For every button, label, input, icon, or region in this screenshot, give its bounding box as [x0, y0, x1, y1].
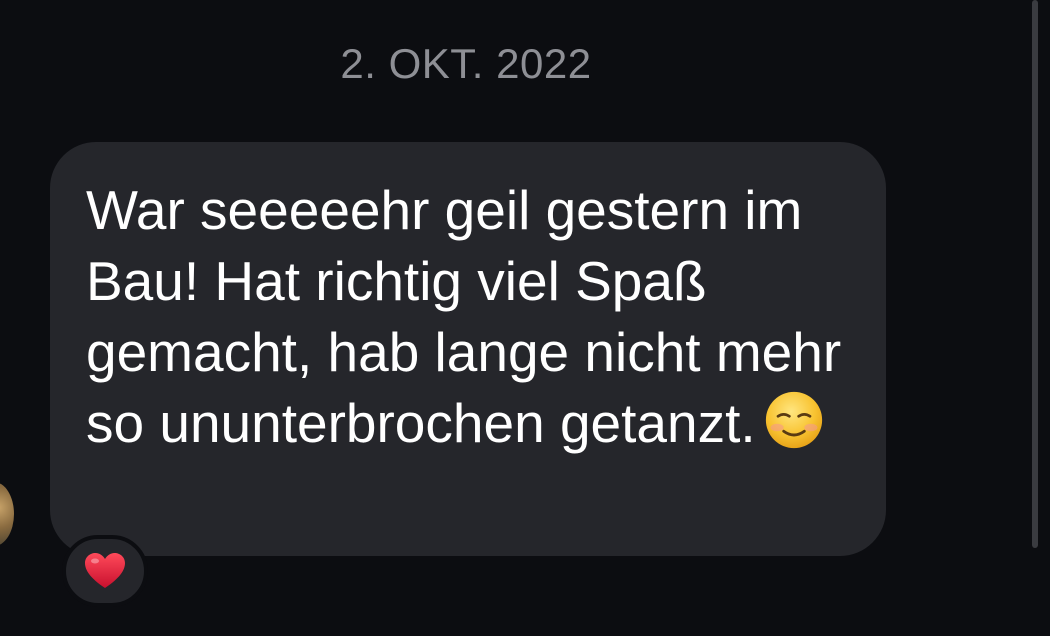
scrollbar[interactable]	[1032, 0, 1038, 548]
smiling-face-icon	[765, 391, 822, 449]
sender-avatar[interactable]	[0, 482, 14, 546]
message-text: War seeeeehr geil gestern im Bau! Hat ri…	[86, 179, 842, 454]
chat-screen: 2. OKT. 2022 War seeeeehr geil gestern i…	[0, 0, 1050, 636]
message-text-container: War seeeeehr geil gestern im Bau! Hat ri…	[86, 175, 846, 459]
reaction-badge[interactable]	[62, 535, 148, 607]
date-separator: 2. OKT. 2022	[340, 40, 592, 87]
heart-icon	[85, 553, 125, 588]
message-bubble[interactable]: War seeeeehr geil gestern im Bau! Hat ri…	[50, 142, 886, 556]
